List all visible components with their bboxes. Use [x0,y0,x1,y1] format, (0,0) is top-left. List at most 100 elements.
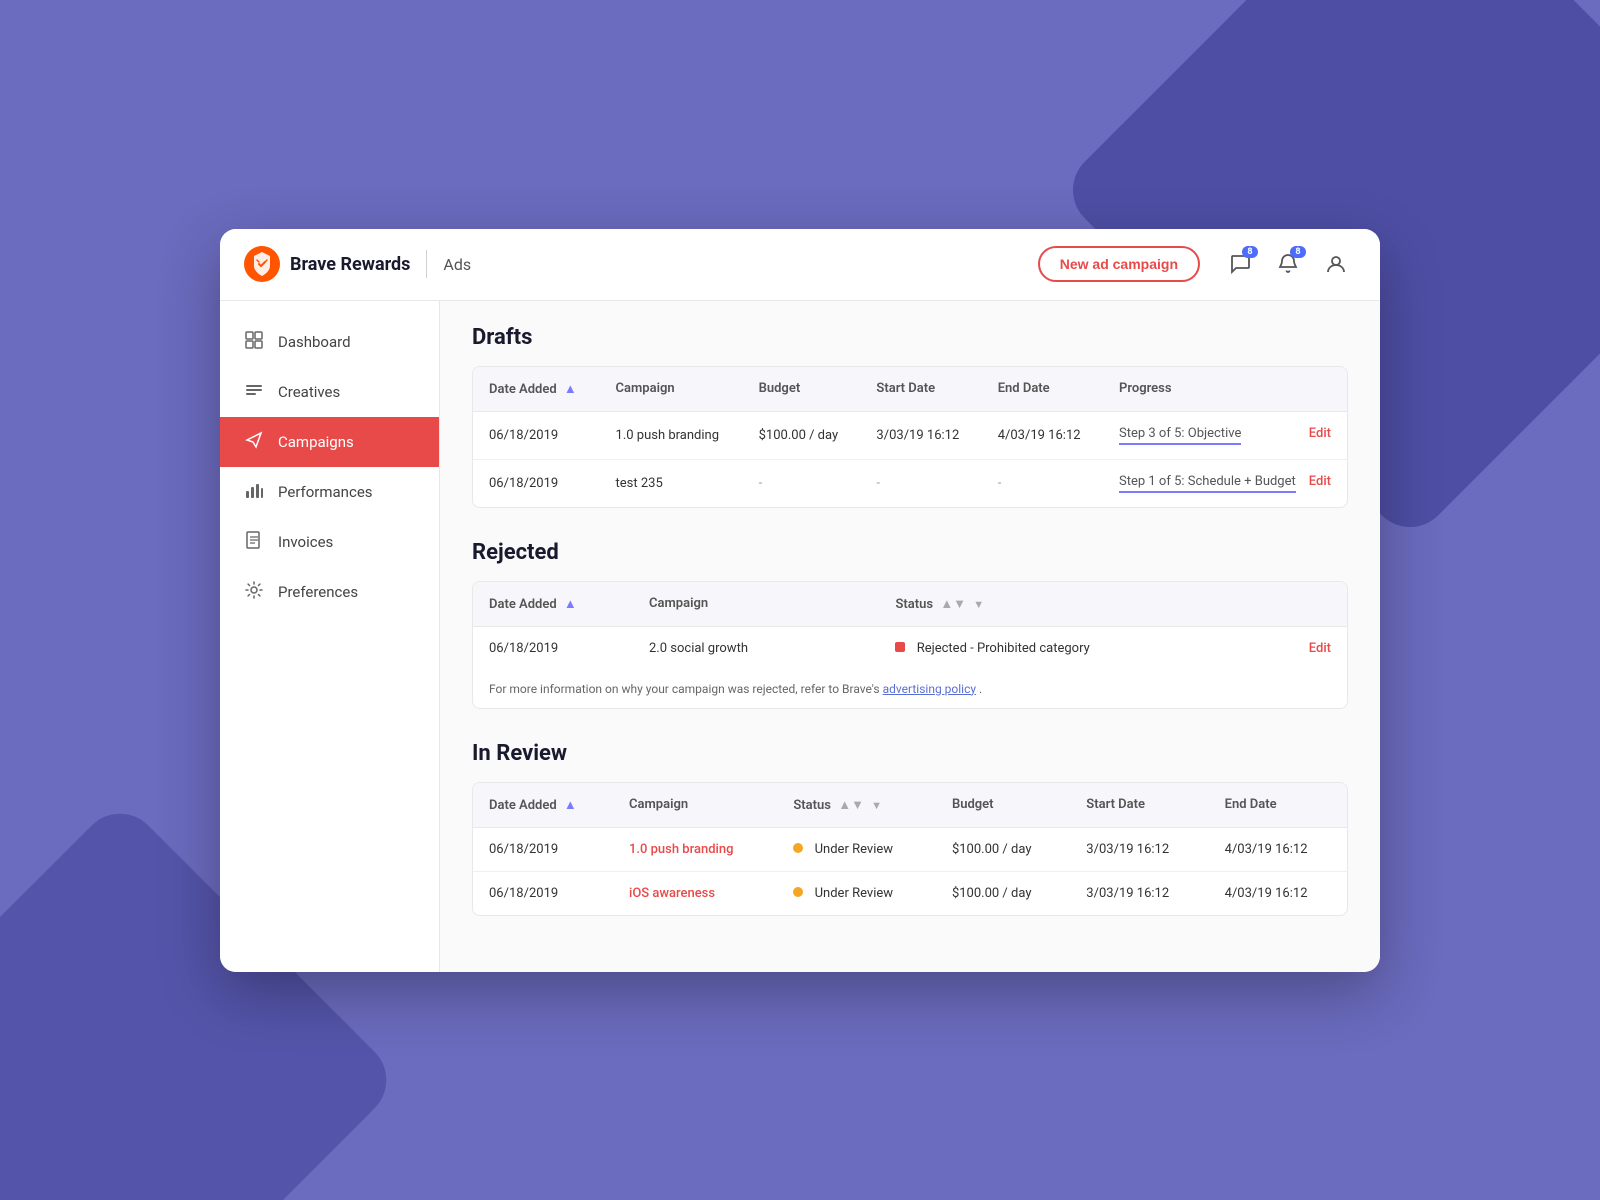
table-row: 06/18/2019 iOS awareness Under Review $1… [473,871,1347,915]
ir-row2-budget: $100.00 / day [936,871,1070,915]
ir-row1-start: 3/03/19 16:12 [1070,827,1208,871]
header: Brave Rewards Ads New ad campaign 8 8 [220,229,1380,301]
ir-row1-status: Under Review [777,827,936,871]
drafts-header-row: Date Added ▲ Campaign Budget Start Date … [473,367,1347,412]
draft-row2-date: 06/18/2019 [473,459,600,507]
invoices-icon [244,531,264,553]
draft-row2-edit[interactable]: Edit [1309,474,1331,489]
sidebar-label-preferences: Preferences [278,583,358,601]
sidebar-item-invoices[interactable]: Invoices [220,517,439,567]
drafts-table: Date Added ▲ Campaign Budget Start Date … [473,367,1347,507]
ir-col-budget: Budget [936,783,1070,828]
ir-col-end: End Date [1209,783,1347,828]
rejected-title: Rejected [472,540,1348,565]
brave-logo-icon [244,246,280,282]
ir-row1-budget: $100.00 / day [936,827,1070,871]
rejected-col-status: Status ▲▼ ▼ [879,582,1347,627]
ir-row1-date: 06/18/2019 [473,827,613,871]
table-row: 06/18/2019 test 235 - - - Step 1 of 5: S… [473,459,1347,507]
draft-row1-budget: $100.00 / day [743,411,861,459]
drafts-col-date: Date Added ▲ [473,367,600,412]
rejected-header-row: Date Added ▲ Campaign Status ▲▼ ▼ [473,582,1347,627]
sidebar-label-performances: Performances [278,483,373,501]
performances-icon [244,481,264,503]
ir-col-date: Date Added ▲ [473,783,613,828]
table-row: 06/18/2019 1.0 push branding $100.00 / d… [473,411,1347,459]
ir-row1-end: 4/03/19 16:12 [1209,827,1347,871]
sidebar-item-preferences[interactable]: Preferences [220,567,439,617]
status-dot-yellow2 [793,887,803,897]
messages-badge: 8 [1242,246,1258,258]
ir-status-sort[interactable]: ▲▼ [838,797,864,813]
draft-row2-progress: Step 1 of 5: Schedule + Budget Edit [1103,459,1347,507]
status-dot-red [895,642,905,652]
header-icons: 8 8 [1220,244,1356,284]
ir-row1-campaign-link[interactable]: 1.0 push branding [629,842,733,857]
dashboard-icon [244,331,264,353]
draft-row2-end: - [982,459,1103,507]
drafts-col-progress: Progress [1103,367,1347,412]
rej-row1-edit[interactable]: Edit [1309,641,1331,656]
notifications-button[interactable]: 8 [1268,244,1308,284]
ir-row2-campaign-link[interactable]: iOS awareness [629,886,715,901]
user-icon [1325,253,1347,275]
progress-step: Step 3 of 5: Objective [1119,426,1241,445]
ir-status-filter[interactable]: ▼ [871,799,882,812]
sidebar-item-performances[interactable]: Performances [220,467,439,517]
draft-row1-end: 4/03/19 16:12 [982,411,1103,459]
ir-row2-status: Under Review [777,871,936,915]
draft-row1-edit[interactable]: Edit [1309,426,1331,441]
drafts-col-campaign: Campaign [600,367,743,412]
sidebar-item-campaigns[interactable]: Campaigns [220,417,439,467]
ir-row2-start: 3/03/19 16:12 [1070,871,1208,915]
draft-row2-start: - [860,459,981,507]
ir-col-status: Status ▲▼ ▼ [777,783,936,828]
sidebar-label-creatives: Creatives [278,383,340,401]
rejected-table: Date Added ▲ Campaign Status ▲▼ ▼ [473,582,1347,670]
rejected-note: For more information on why your campaig… [473,670,1347,708]
rej-row1-date: 06/18/2019 [473,626,633,670]
ir-row2-date: 06/18/2019 [473,871,613,915]
drafts-col-start: Start Date [860,367,981,412]
sidebar-label-dashboard: Dashboard [278,333,351,351]
logo-text: Brave Rewards [290,254,410,275]
date-sort-icon[interactable]: ▲ [564,381,577,397]
draft-row1-campaign: 1.0 push branding [600,411,743,459]
progress-step2: Step 1 of 5: Schedule + Budget [1119,474,1296,493]
draft-row1-progress: Step 3 of 5: Objective Edit [1103,411,1347,459]
header-divider [426,250,427,278]
creatives-icon [244,381,264,403]
preferences-icon [244,581,264,603]
rej-status-sort[interactable]: ▲▼ [940,596,966,612]
header-section: Ads [443,255,471,274]
table-row: 06/18/2019 2.0 social growth Rejected - … [473,626,1347,670]
in-review-header-row: Date Added ▲ Campaign Status ▲▼ ▼ Budget… [473,783,1347,828]
sidebar-label-invoices: Invoices [278,533,333,551]
body-layout: Dashboard Creatives Campaigns Performanc… [220,301,1380,972]
table-row: 06/18/2019 1.0 push branding Under Revie… [473,827,1347,871]
notifications-badge: 8 [1290,246,1306,258]
draft-row2-budget: - [743,459,861,507]
ir-row1-campaign: 1.0 push branding [613,827,777,871]
rej-date-sort-icon[interactable]: ▲ [564,596,577,612]
new-campaign-button[interactable]: New ad campaign [1038,246,1200,282]
drafts-col-budget: Budget [743,367,861,412]
rejected-col-campaign: Campaign [633,582,879,627]
user-menu-button[interactable] [1316,244,1356,284]
sidebar-item-creatives[interactable]: Creatives [220,367,439,417]
rej-status-filter[interactable]: ▼ [973,598,984,611]
ir-row2-end: 4/03/19 16:12 [1209,871,1347,915]
draft-row2-campaign: test 235 [600,459,743,507]
messages-button[interactable]: 8 [1220,244,1260,284]
rejected-col-date: Date Added ▲ [473,582,633,627]
draft-row1-start: 3/03/19 16:12 [860,411,981,459]
ir-date-sort[interactable]: ▲ [564,797,577,813]
advertising-policy-link[interactable]: advertising policy [883,682,976,696]
sidebar: Dashboard Creatives Campaigns Performanc… [220,301,440,972]
drafts-table-container: Date Added ▲ Campaign Budget Start Date … [472,366,1348,508]
ir-col-campaign: Campaign [613,783,777,828]
sidebar-label-campaigns: Campaigns [278,433,354,451]
sidebar-item-dashboard[interactable]: Dashboard [220,317,439,367]
main-content: Drafts Date Added ▲ Campaign Budget Star… [440,301,1380,972]
ir-row2-campaign: iOS awareness [613,871,777,915]
